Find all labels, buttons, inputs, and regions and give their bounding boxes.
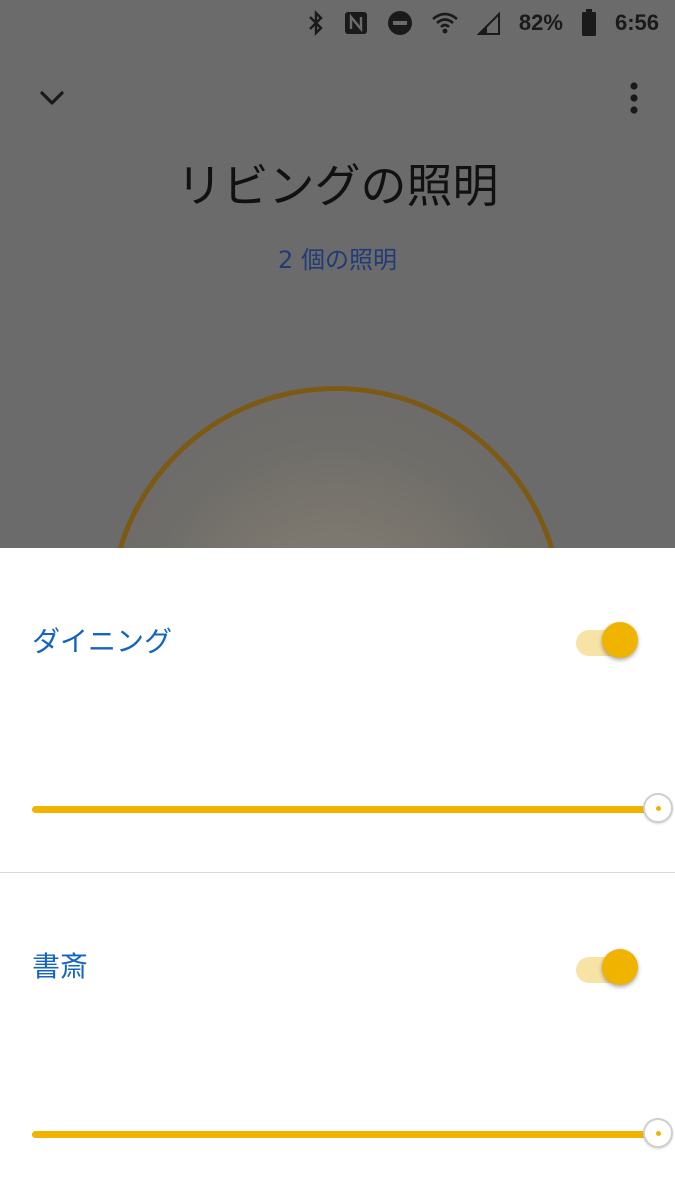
signal-icon [476,9,501,37]
more-options-button[interactable] [618,80,650,116]
toggle-thumb [602,949,638,985]
bluetooth-icon [307,9,325,37]
room-screen-background: 82% 6:56 リビングの照明 2 個の照明 [0,0,675,842]
battery-percent: 82% [518,10,563,35]
light-name: ダイニング [32,625,173,658]
slider-thumb[interactable] [643,1118,673,1148]
brightness-slider[interactable] [32,790,673,830]
slider-fill [32,806,658,813]
slider-thumb-dot [656,1131,661,1136]
slider-fill [32,1131,658,1138]
nfc-icon [343,9,369,37]
light-row: 書斎 [0,873,675,1200]
chevron-down-icon [40,91,64,105]
light-row: ダイニング [0,548,675,873]
page-title: リビングの照明 [176,159,499,213]
status-bar: 82% 6:56 [0,0,675,46]
more-vert-icon [630,82,638,114]
clock: 6:56 [614,10,659,35]
collapse-button[interactable] [36,82,68,114]
light-count-link[interactable]: 2 個の照明 [0,240,675,275]
battery-icon [581,9,597,37]
light-power-toggle[interactable] [576,622,640,662]
slider-thumb-dot [656,806,661,811]
brightness-slider[interactable] [32,1115,673,1155]
lights-bottom-sheet: ダイニング 書斎 [0,548,675,1200]
light-power-toggle[interactable] [576,949,640,989]
slider-thumb[interactable] [643,793,673,823]
light-name: 書斎 [32,950,89,983]
do-not-disturb-icon [387,9,413,37]
wifi-icon [431,9,459,37]
toggle-thumb [602,622,638,658]
